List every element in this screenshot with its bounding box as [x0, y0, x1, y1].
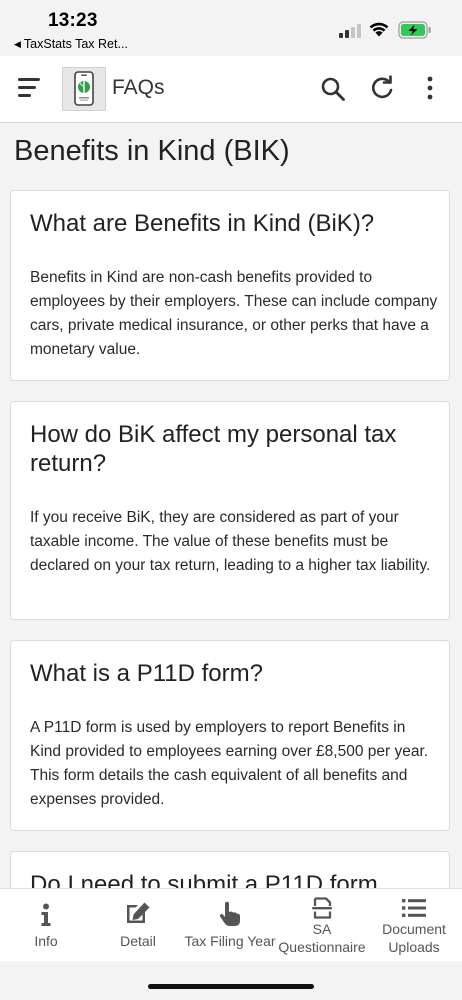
faq-answer: Benefits in Kind are non-cash benefits p… [30, 269, 438, 358]
nav-label: Document Uploads [382, 921, 446, 955]
back-triangle-icon: ◀ [14, 39, 21, 49]
more-vert-icon[interactable] [419, 75, 441, 101]
questionnaire-icon [312, 897, 332, 919]
wifi-icon [369, 22, 389, 37]
faq-card: How do BiK affect my personal tax return… [10, 401, 450, 620]
hand-pointer-icon [219, 901, 240, 926]
faq-card: What is a P11D form? A P11D form is used… [10, 640, 450, 831]
cellular-signal-icon [339, 24, 363, 38]
page-title: Benefits in Kind (BIK) [14, 135, 290, 167]
faq-card: Do I need to submit a P11D form [10, 851, 450, 888]
nav-label: Info [34, 933, 58, 949]
faq-content[interactable]: Benefits in Kind (BIK) What are Benefits… [0, 123, 462, 888]
refresh-icon[interactable] [369, 75, 395, 101]
back-app-label: TaxStats Tax Ret... [23, 37, 128, 51]
list-icon [402, 899, 426, 917]
battery-charging-icon [398, 21, 431, 39]
app-logo [62, 67, 106, 111]
nav-label: SA Questionnaire [278, 921, 366, 955]
faq-question: How do BiK affect my personal tax return… [30, 421, 397, 477]
faq-answer: If you receive BiK, they are considered … [30, 509, 431, 574]
nav-item-tax-filing-year[interactable]: Tax Filing Year [184, 889, 276, 961]
nav-label: Tax Filing Year [184, 933, 276, 949]
bottom-navigation: Info Detail Tax Filing Year SA Questionn… [0, 888, 462, 961]
faq-card: What are Benefits in Kind (BiK)? Benefit… [10, 190, 450, 381]
app-bar: FAQs [0, 56, 462, 123]
status-time: 13:23 [48, 10, 98, 31]
nav-item-info[interactable]: Info [0, 889, 92, 961]
home-indicator[interactable] [148, 984, 314, 989]
app-logo-icon [74, 71, 94, 106]
nav-item-sa-questionnaire[interactable]: SA Questionnaire [276, 889, 368, 961]
back-to-app-link[interactable]: ◀ TaxStats Tax Ret... [14, 37, 128, 51]
search-icon[interactable] [320, 76, 346, 102]
nav-item-detail[interactable]: Detail [92, 889, 184, 961]
status-bar: 13:23 ◀ TaxStats Tax Ret... [0, 0, 462, 56]
faq-question: What are Benefits in Kind (BiK)? [30, 210, 375, 237]
info-icon [41, 903, 51, 926]
menu-icon[interactable] [18, 78, 42, 98]
faq-answer: A P11D form is used by employers to repo… [30, 719, 429, 808]
faq-question: What is a P11D form? [30, 660, 263, 687]
faq-question: Do I need to submit a P11D form [30, 871, 378, 888]
edit-icon [127, 902, 150, 923]
nav-item-document-uploads[interactable]: Document Uploads [368, 889, 460, 961]
app-title: FAQs [112, 76, 165, 99]
nav-label: Detail [120, 933, 156, 949]
